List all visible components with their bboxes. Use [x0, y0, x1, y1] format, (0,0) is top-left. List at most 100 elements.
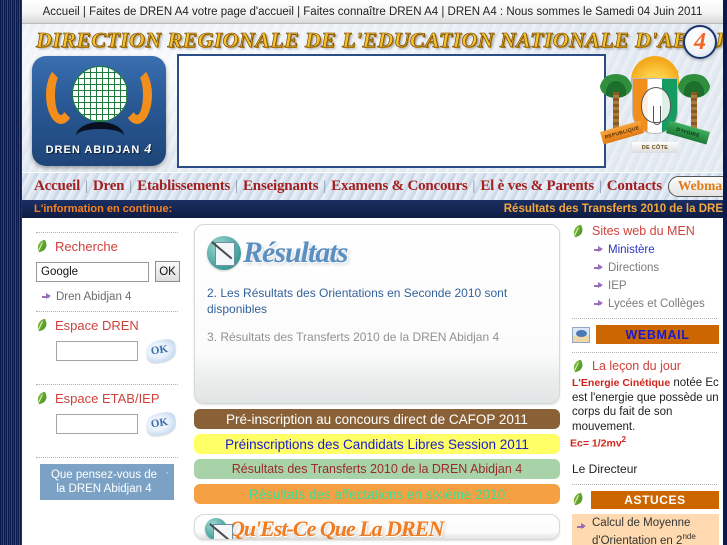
about-dren-title: Qu'Est-Ce Que La DREN	[229, 516, 444, 540]
ticker-label: L'information en continue:	[34, 203, 173, 215]
banner-cafop[interactable]: Pré-inscription au concours direct de CA…	[194, 409, 560, 429]
poll-box[interactable]: Que pensez-vous de la DREN Abidjan 4	[40, 464, 174, 500]
lecon-title: La leçon du jour	[592, 359, 681, 373]
results-title: Résultats	[243, 236, 348, 269]
site-link-lycees-colleges[interactable]: Lycées et Collèges	[570, 298, 719, 310]
result-item[interactable]: 3. Résultats des Transferts 2010 de la D…	[207, 329, 547, 345]
nav-separator: |	[129, 178, 133, 194]
notepad-icon	[207, 236, 241, 270]
site-link-iep[interactable]: IEP	[570, 280, 719, 292]
section-header-espace-etab: Espace ETAB/IEP	[34, 391, 180, 406]
nav-item-eleves-parents[interactable]: El è ves & Parents	[480, 178, 594, 195]
banner-transferts[interactable]: Résultats des Transferts 2010 de la DREN…	[194, 459, 560, 479]
espace-dren-ok-icon[interactable]: OK	[144, 338, 178, 364]
main-navigation: Accueil | Dren | Etablissements | Enseig…	[22, 172, 723, 200]
arrow-right-icon	[594, 246, 603, 255]
site-link-directions[interactable]: Directions	[570, 262, 719, 274]
nav-item-accueil[interactable]: Accueil	[34, 178, 80, 195]
webmail-button[interactable]: WEBMAIL	[596, 325, 719, 344]
top-info-text: Accueil | Faites de DREN A4 votre page d…	[42, 5, 703, 18]
lesson-formula-sup: 2	[621, 435, 627, 444]
divider	[36, 232, 178, 233]
arrow-right-icon	[594, 300, 603, 309]
center-column: Résultats 2. Les Résultats des Orientati…	[188, 218, 566, 545]
site-link-ministere[interactable]: Ministère	[570, 244, 719, 256]
espace-etab-input[interactable]	[56, 414, 138, 434]
logo-caption: DREN ABIDJAN 4	[32, 142, 166, 158]
leaf-icon	[572, 225, 585, 238]
dren-logo[interactable]: DREN ABIDJAN 4	[32, 56, 166, 166]
nav-item-contacts[interactable]: Contacts	[607, 178, 662, 195]
nav-separator: |	[323, 178, 327, 194]
about-dren-panel: Qu'Est-Ce Que La DREN	[194, 514, 560, 540]
banner-candidats-libres[interactable]: Préinscriptions des Candidats Libres Ses…	[194, 434, 560, 454]
logo-caption-text: DREN ABIDJAN	[45, 144, 141, 156]
nav-separator: |	[472, 178, 476, 194]
logo-base-shape	[76, 122, 124, 136]
nav-item-enseignants[interactable]: Enseignants	[243, 178, 319, 195]
search-ok-button[interactable]: OK	[155, 261, 180, 282]
site-link-label: Ministère	[608, 244, 655, 256]
leaf-icon	[36, 240, 49, 253]
astuce-item[interactable]: Calcul de Moyenne d'Orientation en 2nde	[572, 513, 719, 545]
top-info-bar: Accueil | Faites de DREN A4 votre page d…	[22, 0, 723, 24]
left-decorative-stripe	[0, 0, 22, 545]
nav-item-examens-concours[interactable]: Examens & Concours	[331, 178, 468, 195]
astuces-row: ASTUCES	[570, 490, 719, 509]
arrow-right-icon	[577, 523, 586, 532]
leaf-icon	[36, 392, 49, 405]
espace-etab-row: OK	[34, 411, 180, 437]
ribbon-left: REPUBLIQUE	[600, 120, 644, 145]
cote-divoire-coat-of-arms-icon: REPUBLIQUE D'IVOIRE DE CÔTE	[595, 50, 715, 168]
lesson-emphasis: L'Energie Cinétique	[572, 377, 671, 389]
espace-dren-row: OK	[34, 338, 180, 364]
webmail-row: WEBMAIL	[570, 325, 719, 344]
left-sidebar: Recherche OK Dren Abidjan 4 Espace DREN …	[22, 218, 188, 545]
header-flash-panel	[177, 54, 606, 168]
nav-item-dren[interactable]: Dren	[93, 178, 125, 195]
astuces-button[interactable]: ASTUCES	[591, 490, 719, 509]
astuce-label: Calcul de Moyenne d'Orientation en 2	[592, 516, 691, 545]
astuce-sup: nde	[682, 531, 696, 541]
ribbon-center: DE CÔTE	[632, 142, 678, 153]
right-decorative-stripe	[723, 0, 727, 545]
page-root: Accueil | Faites de DREN A4 votre page d…	[0, 0, 727, 545]
search-scope-label: Dren Abidjan 4	[56, 291, 132, 303]
site-link-label: Directions	[608, 262, 660, 274]
banner-affectations[interactable]: Résultats des affectations en sixième 20…	[194, 484, 560, 504]
ribbon-right: D'IVOIRE	[666, 120, 710, 145]
section-header-lecon: La leçon du jour	[570, 359, 719, 373]
arrow-right-icon	[594, 264, 603, 273]
arrow-right-icon	[594, 282, 603, 291]
search-input[interactable]	[36, 261, 149, 282]
results-heading: Résultats	[207, 233, 547, 273]
main-content: Recherche OK Dren Abidjan 4 Espace DREN …	[22, 218, 723, 545]
section-header-recherche: Recherche	[34, 239, 180, 254]
result-item[interactable]: 2. Les Résultats des Orientations en Sec…	[207, 285, 547, 317]
leaf-icon	[36, 319, 49, 332]
palm-tree-right-icon	[677, 70, 711, 134]
espace-dren-title: Espace DREN	[55, 318, 139, 333]
espace-etab-ok-icon[interactable]: OK	[144, 411, 178, 437]
coat-ribbon: REPUBLIQUE D'IVOIRE DE CÔTE	[600, 120, 710, 154]
nav-separator: |	[235, 178, 238, 194]
leaf-icon	[572, 360, 585, 373]
section-header-sites-men: Sites web du MEN	[570, 224, 719, 238]
globe-icon	[72, 66, 128, 122]
divider	[36, 311, 178, 312]
divider	[572, 318, 717, 319]
elephant-icon	[641, 87, 671, 125]
lesson-text: L'Energie Cinétique notée Ec est l'energ…	[570, 376, 719, 434]
arrow-right-icon	[42, 293, 51, 302]
nav-separator: |	[598, 178, 602, 194]
site-header: DIRECTION REGIONALE DE L'EDUCATION NATIO…	[22, 24, 723, 172]
section-header-espace-dren: Espace DREN	[34, 318, 180, 333]
about-dren-heading: Qu'Est-Ce Que La DREN	[205, 516, 549, 540]
espace-dren-input[interactable]	[56, 341, 138, 361]
recherche-title: Recherche	[55, 239, 118, 254]
nav-item-etablissements[interactable]: Etablissements	[137, 178, 230, 195]
nav-webmail-button[interactable]: Webmail	[667, 176, 723, 197]
lesson-formula-prefix: Ec= 1/2mv	[570, 437, 622, 450]
leaf-icon	[572, 493, 585, 506]
search-scope-link[interactable]: Dren Abidjan 4	[34, 291, 180, 303]
